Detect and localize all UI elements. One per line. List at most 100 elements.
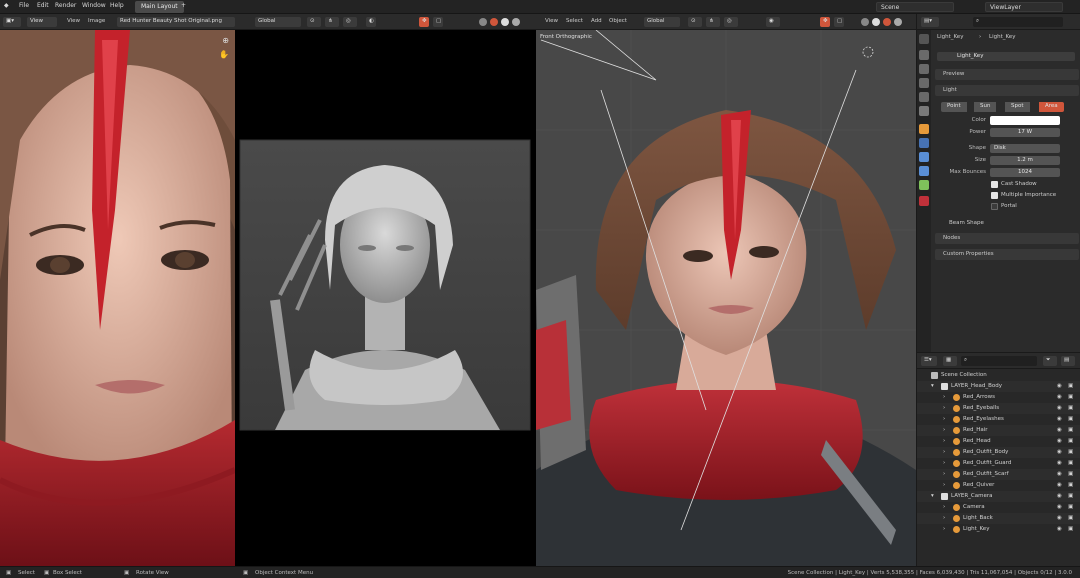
menu-view[interactable]: View (67, 18, 80, 24)
menu-image[interactable]: Image (88, 18, 105, 24)
pivot-icon[interactable]: ⊙ (688, 17, 702, 27)
light-data-tab-icon[interactable] (919, 180, 929, 190)
expand-arrow-icon[interactable]: › (943, 515, 945, 521)
size-field[interactable]: 1.2 m (990, 156, 1060, 165)
shading-material-icon[interactable] (501, 18, 509, 26)
cast-shadow-checkbox[interactable] (991, 181, 998, 188)
collapse-arrow-icon[interactable]: ▾ (931, 493, 934, 499)
shading-material-icon[interactable] (883, 18, 891, 26)
visibility-eye-icon[interactable]: ◉ (1057, 526, 1062, 532)
outliner-object-row[interactable]: › Red_Head ◉ ▣ (917, 436, 1080, 447)
render-camera-icon[interactable]: ▣ (1068, 493, 1073, 499)
outliner-object-row[interactable]: › Red_Outfit_Body ◉ ▣ (917, 447, 1080, 458)
multiple-importance-checkbox[interactable] (991, 192, 998, 199)
render-camera-icon[interactable]: ▣ (1068, 394, 1073, 400)
visibility-eye-icon[interactable]: ◉ (1057, 416, 1062, 422)
panel-nodes[interactable]: Nodes (935, 233, 1079, 244)
outliner-object-row[interactable]: › Light_Key ◉ ▣ (917, 524, 1080, 535)
light-datablock-field[interactable]: Light_Key (937, 52, 1075, 61)
collapse-arrow-icon[interactable]: ▾ (931, 383, 934, 389)
visibility-eye-icon[interactable]: ◉ (1057, 515, 1062, 521)
menu-window[interactable]: Window (82, 2, 106, 9)
snap-icon[interactable]: ⋔ (706, 17, 720, 27)
zoom-icon[interactable]: ⊕ (222, 36, 229, 45)
editor-type-icon[interactable]: ▣▾ (3, 17, 21, 27)
light-type-point[interactable]: Point (941, 102, 967, 112)
outliner-object-row[interactable]: › Red_Eyeballs ◉ ▣ (917, 403, 1080, 414)
visibility-eye-icon[interactable]: ◉ (1057, 427, 1062, 433)
light-type-spot[interactable]: Spot (1005, 102, 1030, 112)
visibility-eye-icon[interactable]: ◉ (1057, 482, 1062, 488)
outliner-object-row[interactable]: › Red_Outfit_Scarf ◉ ▣ (917, 469, 1080, 480)
render-camera-icon[interactable]: ▣ (1068, 515, 1073, 521)
shading-render-icon[interactable] (512, 18, 520, 26)
outliner-object-row[interactable]: › Red_Eyelashes ◉ ▣ (917, 414, 1080, 425)
visibility-icon[interactable]: ◉ (766, 17, 780, 27)
max-bounces-field[interactable]: 1024 (990, 168, 1060, 177)
view-layer-tab-icon[interactable] (919, 78, 929, 88)
visibility-eye-icon[interactable]: ◉ (1057, 449, 1062, 455)
texture-tab-icon[interactable] (919, 196, 929, 206)
outliner-object-row[interactable]: › Light_Back ◉ ▣ (917, 513, 1080, 524)
scene-selector[interactable]: Scene (876, 2, 954, 12)
visibility-eye-icon[interactable]: ◉ (1057, 504, 1062, 510)
hand-pan-icon[interactable]: ✋ (219, 50, 229, 59)
outliner-object-row[interactable]: › Red_Quiver ◉ ▣ (917, 480, 1080, 491)
menu-help[interactable]: Help (110, 2, 124, 9)
outliner-object-row[interactable]: › Camera ◉ ▣ (917, 502, 1080, 513)
render-camera-icon[interactable]: ▣ (1068, 482, 1073, 488)
editor-type-icon[interactable]: ▤▾ (921, 17, 939, 27)
proportional-icon[interactable]: ◎ (724, 17, 738, 27)
filter-icon[interactable]: ⏷ (1043, 356, 1057, 366)
view-layer-selector[interactable]: ViewLayer (985, 2, 1063, 12)
light-type-sun[interactable]: Sun (974, 102, 997, 112)
visibility-eye-icon[interactable]: ◉ (1057, 394, 1062, 400)
overlay-icon[interactable]: ◐ (366, 17, 376, 27)
orientation-dropdown[interactable]: Global (644, 17, 680, 27)
visibility-eye-icon[interactable]: ◉ (1057, 405, 1062, 411)
render-tab-icon[interactable] (919, 50, 929, 60)
outliner-root-row[interactable]: Scene Collection (917, 370, 1080, 381)
shading-solid-icon[interactable] (872, 18, 880, 26)
menu-view[interactable]: View (545, 18, 558, 24)
shading-wire-icon[interactable] (861, 18, 869, 26)
expand-arrow-icon[interactable]: › (943, 394, 945, 400)
light-color-swatch[interactable] (990, 116, 1060, 125)
tab-main-layout[interactable]: Main Layout (135, 1, 184, 13)
editor-type-icon[interactable]: ☰▾ (921, 356, 937, 366)
tool-tab-icon[interactable] (919, 34, 929, 44)
render-camera-icon[interactable]: ▣ (1068, 427, 1073, 433)
menu-object[interactable]: Object (609, 18, 627, 24)
render-camera-icon[interactable]: ▣ (1068, 405, 1073, 411)
menu-edit[interactable]: Edit (37, 2, 49, 9)
expand-arrow-icon[interactable]: › (943, 526, 945, 532)
xray-icon[interactable]: ▢ (834, 17, 844, 27)
panel-preview[interactable]: Preview (935, 69, 1079, 80)
blender-logo-icon[interactable]: ◆ (4, 2, 9, 9)
expand-arrow-icon[interactable]: › (943, 460, 945, 466)
outliner-search[interactable]: ⌕ (961, 356, 1037, 366)
image-datablock[interactable]: Red Hunter Beauty Shot Original.png (117, 17, 235, 27)
shading-render-icon[interactable] (894, 18, 902, 26)
proportional-icon[interactable]: ◎ (343, 17, 357, 27)
power-field[interactable]: 17 W (990, 128, 1060, 137)
properties-search[interactable]: ⌕ (973, 17, 1063, 27)
beam-shape-subpanel[interactable]: Beam Shape (949, 220, 984, 226)
portal-checkbox[interactable] (991, 203, 998, 210)
3d-viewport[interactable]: Front Orthographic (536, 30, 916, 566)
visibility-eye-icon[interactable]: ◉ (1057, 383, 1062, 389)
menu-add[interactable]: Add (591, 18, 602, 24)
menu-render[interactable]: Render (55, 2, 76, 9)
shape-dropdown[interactable]: Disk (990, 144, 1060, 153)
image-editor-canvas[interactable]: ⊕ ✋ (0, 30, 235, 566)
render-camera-icon[interactable]: ▣ (1068, 449, 1073, 455)
outliner-object-row[interactable]: › Red_Hair ◉ ▣ (917, 425, 1080, 436)
render-camera-icon[interactable]: ▣ (1068, 526, 1073, 532)
render-camera-icon[interactable]: ▣ (1068, 471, 1073, 477)
expand-arrow-icon[interactable]: › (943, 416, 945, 422)
mode-dropdown[interactable]: View (27, 17, 57, 27)
display-mode-icon[interactable]: ▦ (943, 356, 957, 366)
gizmo-icon[interactable]: ✥ (820, 17, 830, 27)
render-camera-icon[interactable]: ▣ (1068, 416, 1073, 422)
menu-file[interactable]: File (19, 2, 29, 9)
